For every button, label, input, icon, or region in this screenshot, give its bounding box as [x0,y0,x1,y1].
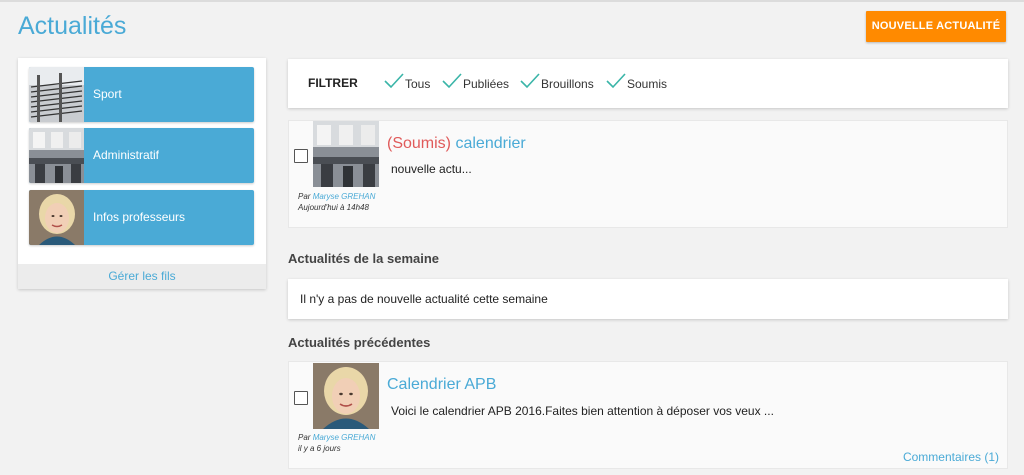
filter-label: Tous [405,76,431,91]
news-title-text: calendrier [455,135,526,152]
check-icon [520,72,540,88]
thread-administratif[interactable]: Administratif [29,128,254,183]
news-card[interactable]: Par Maryse GREHAN il y a 6 jours Calendr… [288,361,1008,469]
check-icon [384,72,404,88]
byline: Par Maryse GREHAN Aujourd'hui à 14h48 [298,191,375,213]
thread-label: Infos professeurs [93,210,186,224]
filter-soumis[interactable]: Soumis [606,59,667,108]
post-date: Aujourd'hui à 14h48 [298,203,369,212]
byline: Par Maryse GREHAN il y a 6 jours [298,432,375,454]
office-photo [313,121,379,187]
select-checkbox[interactable] [294,391,308,405]
empty-message: Il n'y a pas de nouvelle actualité cette… [300,292,548,306]
building-photo [29,67,84,122]
portrait-photo [313,363,379,429]
thread-label: Sport [93,87,122,101]
filter-publiees[interactable]: Publiées [442,59,509,108]
news-excerpt: nouvelle actu... [391,162,472,176]
week-section-heading: Actualités de la semaine [288,251,440,266]
week-empty-box: Il n'y a pas de nouvelle actualité cette… [288,279,1008,319]
thread-label: Administratif [93,148,160,162]
new-news-button[interactable]: NOUVELLE ACTUALITÉ [866,11,1006,42]
thread-sport[interactable]: Sport [29,67,254,122]
thread-infos-professeurs[interactable]: Infos professeurs [29,190,254,245]
filter-brouillons[interactable]: Brouillons [520,59,594,108]
by-prefix: Par [298,433,311,442]
status-badge: (Soumis) [387,135,452,152]
by-prefix: Par [298,192,311,201]
manage-threads-link[interactable]: Gérer les fils [18,264,266,289]
news-title[interactable]: (Soumis) calendrier [387,135,526,153]
previous-section-heading: Actualités précédentes [288,335,431,350]
filter-label: Soumis [627,76,668,91]
post-date: il y a 6 jours [298,444,341,453]
filter-label: Brouillons [541,76,594,91]
check-icon [606,72,626,88]
top-border [0,0,1024,2]
news-title[interactable]: Calendrier APB [387,376,496,394]
pending-news-card[interactable]: Par Maryse GREHAN Aujourd'hui à 14h48 (S… [288,120,1008,228]
filter-label: Publiées [463,76,510,91]
author-name[interactable]: Maryse GREHAN [313,433,376,442]
news-excerpt: Voici le calendrier APB 2016.Faites bien… [391,404,774,418]
filter-title: FILTRER [308,76,358,90]
author-name[interactable]: Maryse GREHAN [313,192,376,201]
check-icon [442,72,462,88]
filter-bar: FILTRER Tous Publiées Brouillons Soumis [288,59,1008,108]
page-title: Actualités [18,12,127,40]
comments-link[interactable]: Commentaires (1) [903,450,999,464]
select-checkbox[interactable] [294,149,308,163]
threads-panel: Sport Administratif Infos professeurs Gé… [18,58,266,289]
portrait-photo [29,190,84,245]
office-photo [29,128,84,183]
filter-tous[interactable]: Tous [384,59,430,108]
